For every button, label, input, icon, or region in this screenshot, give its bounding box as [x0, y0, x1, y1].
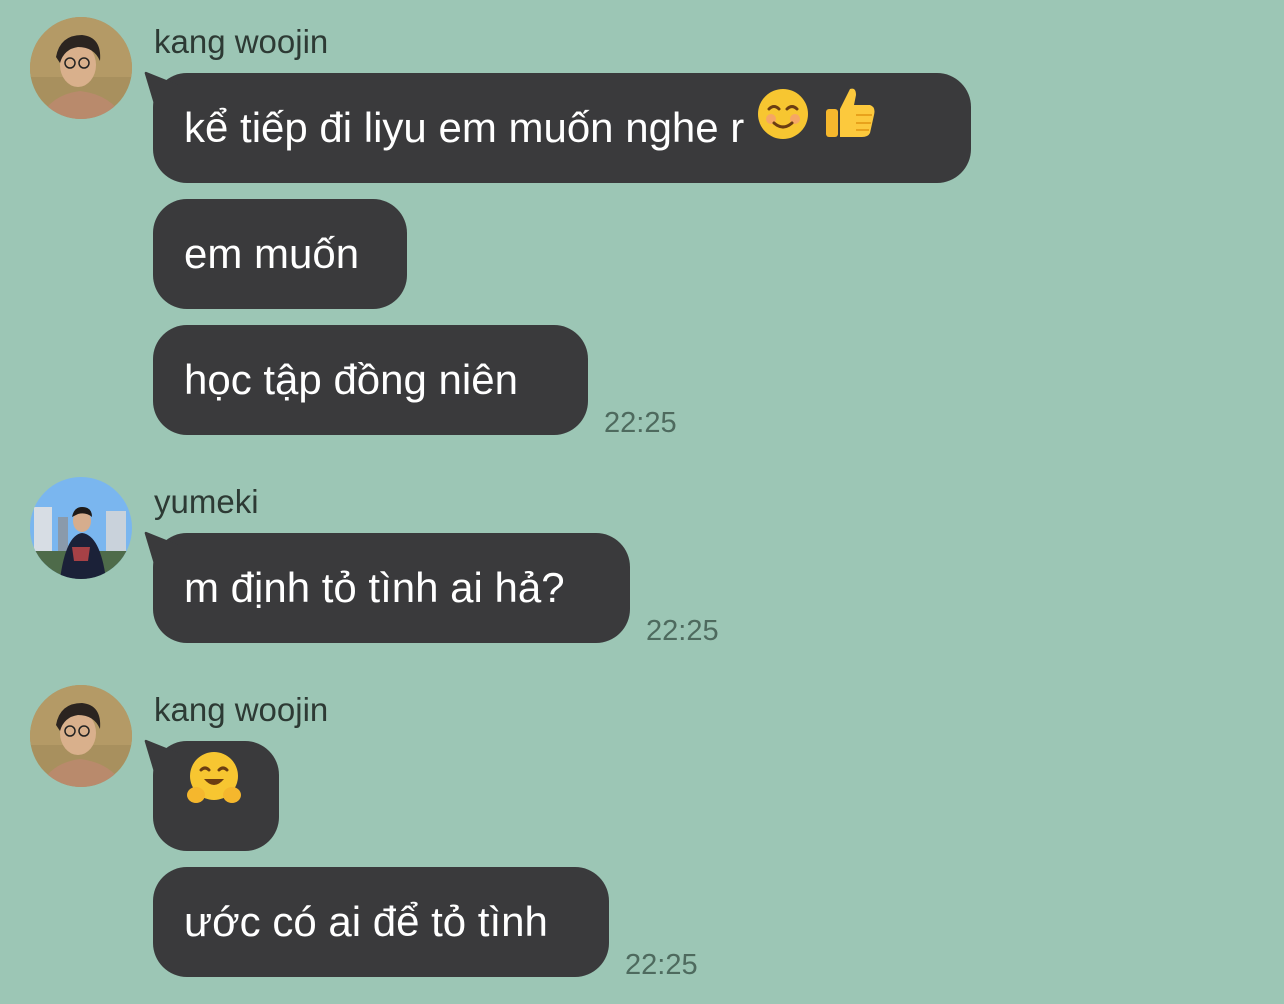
message-timestamp: 22:25: [604, 407, 677, 439]
smiling-face-icon: [756, 72, 810, 182]
message-bubble[interactable]: [153, 741, 279, 851]
message-bubble[interactable]: học tập đồng niên: [153, 325, 588, 435]
message-bubble[interactable]: m định tỏ tình ai hả?: [153, 533, 630, 643]
message-bubble[interactable]: em muốn: [153, 199, 407, 309]
avatar-yumeki[interactable]: [30, 477, 132, 579]
sender-name: kang woojin: [154, 23, 329, 60]
thumbs-up-icon: [822, 72, 878, 182]
sender-name: yumeki: [154, 483, 259, 520]
message-bubble[interactable]: ước có ai để tỏ tình: [153, 867, 609, 977]
message-text: học tập đồng niên: [184, 356, 518, 403]
message-text: m định tỏ tình ai hả?: [184, 564, 565, 611]
avatar-kang-woojin[interactable]: [30, 685, 132, 787]
kang-woojin-photo: [30, 17, 132, 119]
sender-name: kang woojin: [154, 691, 329, 728]
message-text: ước có ai để tỏ tình: [184, 898, 548, 945]
message-timestamp: 22:25: [625, 949, 698, 981]
message-bubble[interactable]: kể tiếp đi liyu em muốn nghe r: [153, 73, 971, 183]
yumeki-photo: [30, 477, 132, 579]
avatar-kang-woojin[interactable]: [30, 17, 132, 119]
hugging-face-icon: [184, 740, 244, 850]
message-text: em muốn: [184, 230, 360, 277]
kang-woojin-photo: [30, 685, 132, 787]
message-timestamp: 22:25: [646, 615, 719, 647]
message-text: kể tiếp đi liyu em muốn nghe r: [184, 104, 745, 151]
